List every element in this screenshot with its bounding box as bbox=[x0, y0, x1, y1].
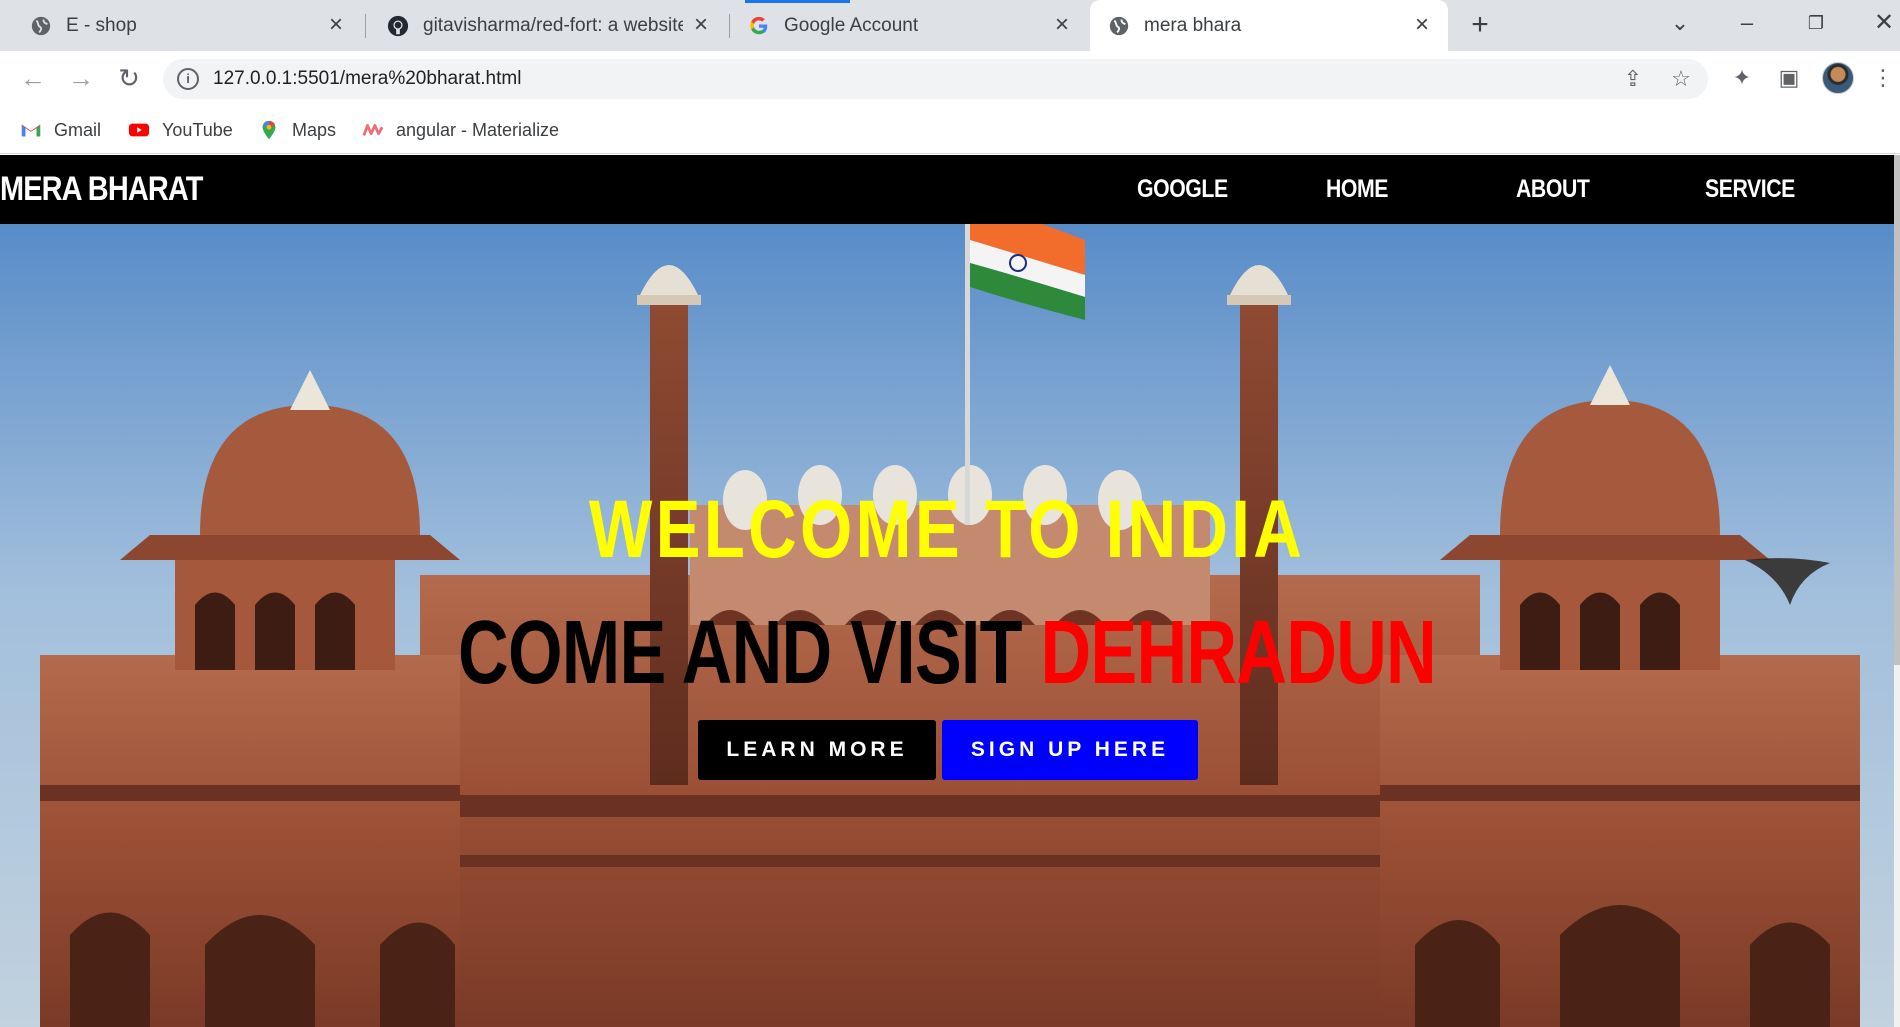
github-icon bbox=[387, 15, 409, 36]
google-icon bbox=[750, 16, 768, 34]
site-navbar: MERA BHARAT GOOGLE HOME ABOUT SERVICE bbox=[0, 155, 1894, 224]
subheadline-city: DEHRADUN bbox=[1040, 603, 1436, 703]
close-window-icon[interactable]: ✕ bbox=[1868, 8, 1900, 38]
bookmark-materialize[interactable]: angular - Materialize bbox=[362, 116, 559, 144]
tab-mera-bhara[interactable]: mera bhara × bbox=[1090, 0, 1448, 51]
tab-search-icon[interactable]: ⌄ bbox=[1660, 8, 1700, 38]
bookmark-label: Gmail bbox=[54, 119, 102, 140]
forward-icon[interactable]: → bbox=[64, 61, 98, 95]
minimize-icon[interactable]: – bbox=[1727, 8, 1767, 38]
site-brand[interactable]: MERA BHARAT bbox=[0, 155, 203, 224]
bookmark-label: YouTube bbox=[162, 119, 233, 140]
hero-subheadline: COME AND VISIT DEHRADUN bbox=[208, 605, 1685, 701]
bookmark-maps[interactable]: Maps bbox=[258, 116, 336, 144]
browser-toolbar: ← → ↻ i 127.0.0.1:5501/mera%20bharat.htm… bbox=[0, 51, 1900, 106]
new-tab-button[interactable]: + bbox=[1465, 10, 1495, 40]
nav-link-about[interactable]: ABOUT bbox=[1516, 155, 1590, 224]
url-text[interactable]: 127.0.0.1:5501/mera%20bharat.html bbox=[213, 59, 521, 99]
hero-content: WELCOME TO INDIA COME AND VISIT DEHRADUN… bbox=[0, 155, 1894, 1027]
gmail-icon bbox=[21, 124, 41, 137]
restore-icon[interactable]: ❐ bbox=[1796, 8, 1836, 38]
tab-title: gitavisharma/red-fort: a website bbox=[423, 14, 683, 36]
page-scrollbar[interactable] bbox=[1894, 155, 1900, 1027]
tab-strip: E - shop × gitavisharma/red-fort: a webs… bbox=[0, 0, 1900, 51]
subheadline-prefix: COME AND VISIT bbox=[458, 603, 1022, 703]
close-icon[interactable]: × bbox=[1410, 13, 1434, 37]
learn-more-button[interactable]: LEARN MORE bbox=[698, 720, 936, 780]
tab-title: Google Account bbox=[784, 14, 919, 36]
side-panel-icon[interactable]: ▣ bbox=[1774, 63, 1804, 93]
address-bar[interactable]: i 127.0.0.1:5501/mera%20bharat.html ⇪ ☆ bbox=[163, 59, 1708, 99]
nav-link-google[interactable]: GOOGLE bbox=[1137, 155, 1228, 224]
extensions-icon[interactable]: ✦ bbox=[1727, 63, 1757, 93]
scrollbar-thumb[interactable] bbox=[1894, 155, 1900, 665]
back-icon[interactable]: ← bbox=[16, 61, 50, 95]
tab-title: E - shop bbox=[66, 14, 137, 36]
materialize-icon bbox=[362, 124, 384, 136]
tab-title: mera bhara bbox=[1144, 14, 1242, 36]
reload-icon[interactable]: ↻ bbox=[112, 61, 146, 95]
page-viewport: MERA BHARAT GOOGLE HOME ABOUT SERVICE WE… bbox=[0, 155, 1900, 1027]
nav-link-service[interactable]: SERVICE bbox=[1705, 155, 1795, 224]
bookmark-label: Maps bbox=[292, 119, 337, 140]
maps-icon bbox=[262, 120, 276, 140]
sign-up-button[interactable]: SIGN UP HERE bbox=[942, 720, 1198, 780]
hero-headline: WELCOME TO INDIA bbox=[588, 484, 1306, 575]
bookmarks-bar: Gmail YouTube Maps angular - Materialize bbox=[0, 106, 1900, 154]
bookmark-gmail[interactable]: Gmail bbox=[20, 116, 101, 144]
bookmark-star-icon[interactable]: ☆ bbox=[1668, 66, 1694, 92]
youtube-icon bbox=[128, 123, 150, 137]
site-info-icon[interactable]: i bbox=[177, 68, 199, 90]
tab-google-account[interactable]: Google Account × bbox=[730, 0, 1088, 51]
close-icon[interactable]: × bbox=[324, 13, 348, 37]
share-icon[interactable]: ⇪ bbox=[1620, 66, 1646, 92]
globe-icon bbox=[31, 16, 51, 35]
profile-avatar[interactable] bbox=[1822, 62, 1854, 94]
bookmark-label: angular - Materialize bbox=[396, 119, 560, 140]
hero-section: MERA BHARAT GOOGLE HOME ABOUT SERVICE WE… bbox=[0, 155, 1894, 1027]
bookmark-youtube[interactable]: YouTube bbox=[128, 116, 233, 144]
tab-github[interactable]: gitavisharma/red-fort: a website × bbox=[362, 0, 727, 51]
nav-link-home[interactable]: HOME bbox=[1326, 155, 1388, 224]
menu-icon[interactable]: ⋮ bbox=[1872, 63, 1894, 93]
close-icon[interactable]: × bbox=[689, 13, 713, 37]
tab-e-shop[interactable]: E - shop × bbox=[0, 0, 362, 51]
globe-icon bbox=[1109, 16, 1129, 35]
close-icon[interactable]: × bbox=[1050, 13, 1074, 37]
